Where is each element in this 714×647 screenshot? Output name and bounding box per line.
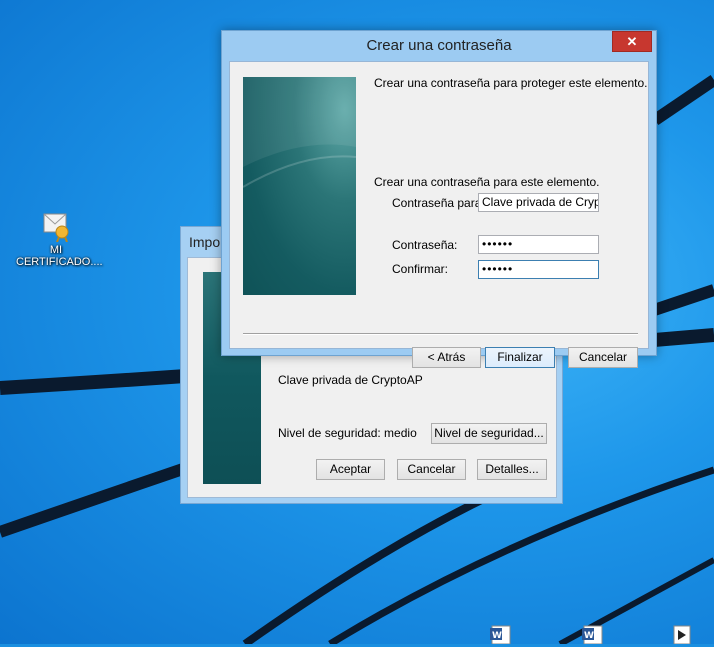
desktop-icon-label-line2: CERTIFICADO....: [16, 256, 103, 268]
dialog-title: Crear una contraseña: [366, 37, 512, 54]
desktop-icon-label-line1: MI: [49, 244, 63, 256]
cancel-button[interactable]: Cancelar: [397, 459, 466, 480]
password-for-field[interactable]: Clave privada de CryptoA: [478, 193, 599, 212]
word-document-icon[interactable]: W: [488, 624, 516, 645]
intro-text: Crear una contraseña para proteger este …: [374, 76, 648, 90]
svg-text:W: W: [584, 631, 594, 641]
section-text: Crear una contraseña para este elemento.: [374, 175, 600, 189]
password-label: Contraseña:: [392, 238, 458, 252]
desktop-icon-certificate[interactable]: MI CERTIFICADO....: [16, 210, 103, 268]
details-button[interactable]: Detalles...: [477, 459, 547, 480]
password-for-label: Contraseña para:: [392, 196, 485, 210]
close-icon[interactable]: ✕: [612, 31, 652, 52]
create-password-dialog: Crear una contraseña ✕ Crear una contras…: [221, 30, 657, 368]
confirm-password-input[interactable]: ••••••: [478, 260, 599, 279]
media-file-icon[interactable]: [668, 624, 696, 645]
import-dialog-title: Impo: [189, 234, 221, 250]
cancel-button[interactable]: Cancelar: [568, 347, 638, 368]
private-key-label: Clave privada de CryptoAP: [278, 373, 423, 387]
dialog-separator: [243, 333, 638, 335]
certificate-file-icon: [40, 210, 72, 243]
dialog-body: Crear una contraseña para proteger este …: [229, 61, 649, 368]
security-level-label: Nivel de seguridad: medio: [278, 426, 417, 440]
security-level-button[interactable]: Nivel de seguridad...: [431, 423, 547, 444]
accept-button[interactable]: Aceptar: [316, 459, 385, 480]
confirm-label: Confirmar:: [392, 262, 449, 276]
word-document-icon[interactable]: W: [580, 624, 608, 645]
finish-button[interactable]: Finalizar: [485, 347, 555, 368]
svg-text:W: W: [492, 631, 502, 641]
password-input[interactable]: ••••••: [478, 235, 599, 254]
back-button[interactable]: < Atrás: [412, 347, 481, 368]
wizard-side-image: [243, 77, 356, 295]
